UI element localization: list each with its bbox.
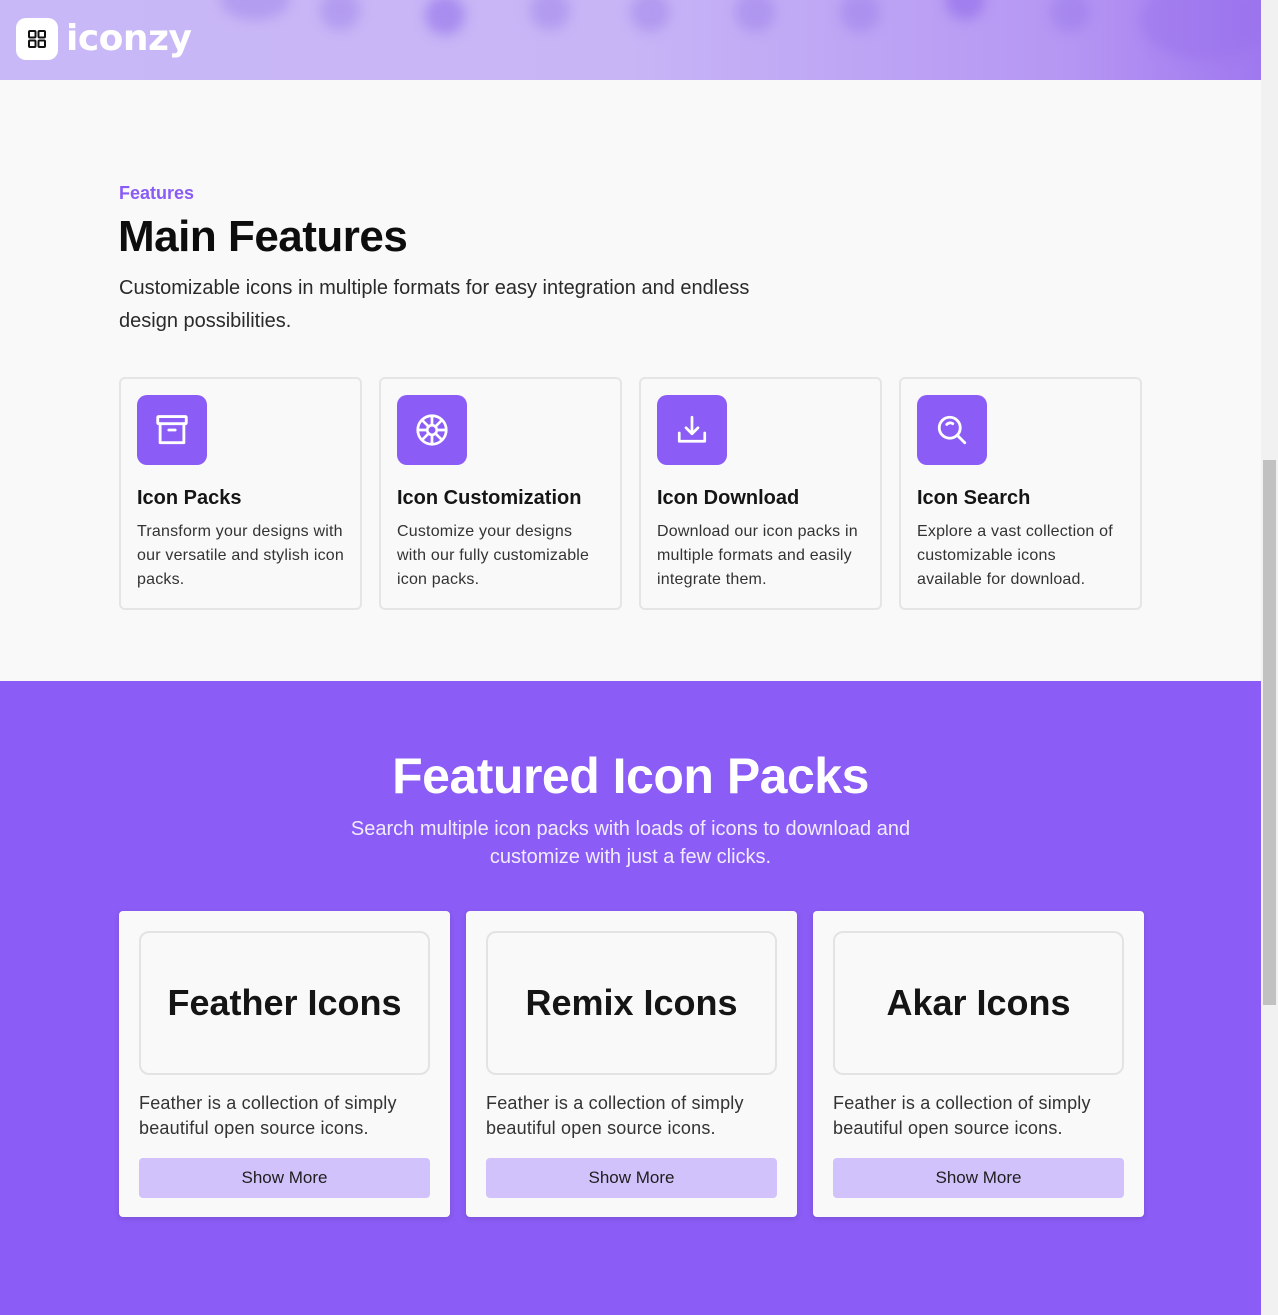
- scrollbar-thumb[interactable]: [1263, 460, 1276, 1005]
- show-more-button[interactable]: Show More: [833, 1158, 1124, 1198]
- feature-cards: Icon Packs Transform your designs with o…: [119, 377, 1142, 610]
- pack-name: Feather Icons: [167, 982, 402, 1023]
- pack-cards: Feather Icons Feather is a collection of…: [119, 911, 1144, 1217]
- feature-title: Icon Packs: [137, 487, 242, 509]
- feature-description: Explore a vast collection of customizabl…: [917, 523, 1113, 588]
- feature-card-icon-search: Icon Search Explore a vast collection of…: [899, 377, 1142, 610]
- logo-mark: [16, 18, 58, 60]
- logo-text: iconzy: [66, 18, 192, 59]
- pack-name: Remix Icons: [525, 982, 738, 1023]
- archive-icon: [156, 415, 188, 445]
- feature-title: Icon Customization: [397, 487, 582, 509]
- features-section: Features Main Features Customizable icon…: [0, 80, 1261, 681]
- pack-card-feather: Feather Icons Feather is a collection of…: [119, 911, 450, 1217]
- feature-description: Download our icon packs in multiple form…: [657, 523, 858, 588]
- pack-card-akar: Akar Icons Feather is a collection of si…: [813, 911, 1144, 1217]
- section-subtitle: Customizable icons in multiple formats f…: [119, 277, 750, 332]
- feature-card-icon-download: Icon Download Download our icon packs in…: [639, 377, 882, 610]
- logo[interactable]: iconzy: [16, 18, 192, 60]
- packs-subtitle: Search multiple icon packs with loads of…: [350, 818, 911, 868]
- feature-title: Icon Search: [917, 487, 1031, 509]
- featured-packs-section: Featured Icon Packs Search multiple icon…: [0, 681, 1261, 1315]
- feature-card-icon-customization: Icon Customization Customize your design…: [379, 377, 622, 610]
- grid-icon: [28, 30, 46, 48]
- feature-icon-tile: [397, 395, 467, 465]
- pack-description: Feather is a collection of simply beauti…: [486, 1093, 744, 1138]
- download-icon: [677, 415, 707, 443]
- pack-name: Akar Icons: [886, 982, 1071, 1023]
- vertical-scrollbar[interactable]: [1261, 0, 1278, 1315]
- feature-card-icon-packs: Icon Packs Transform your designs with o…: [119, 377, 362, 610]
- pack-preview: Feather Icons: [139, 931, 430, 1075]
- pack-preview: Akar Icons: [833, 931, 1124, 1075]
- section-eyebrow: Features: [119, 183, 195, 203]
- search-icon: [937, 415, 967, 445]
- feature-icon-tile: [657, 395, 727, 465]
- pack-preview: Remix Icons: [486, 931, 777, 1075]
- feature-description: Transform your designs with our versatil…: [137, 523, 344, 588]
- section-title: Main Features: [118, 212, 408, 261]
- show-more-button[interactable]: Show More: [139, 1158, 430, 1198]
- pack-card-remix: Remix Icons Feather is a collection of s…: [466, 911, 797, 1217]
- aperture-icon: [416, 414, 448, 446]
- feature-title: Icon Download: [657, 487, 800, 509]
- show-more-button[interactable]: Show More: [486, 1158, 777, 1198]
- pack-description: Feather is a collection of simply beauti…: [833, 1093, 1091, 1138]
- feature-icon-tile: [917, 395, 987, 465]
- feature-icon-tile: [137, 395, 207, 465]
- header-background-decoration: [200, 0, 1261, 70]
- page: iconzy Features Main Features Customizab…: [0, 0, 1278, 1315]
- feature-description: Customize your designs with our fully cu…: [397, 523, 590, 588]
- pack-description: Feather is a collection of simply beauti…: [139, 1093, 397, 1138]
- site-header: iconzy: [0, 0, 1261, 80]
- packs-title: Featured Icon Packs: [392, 748, 869, 804]
